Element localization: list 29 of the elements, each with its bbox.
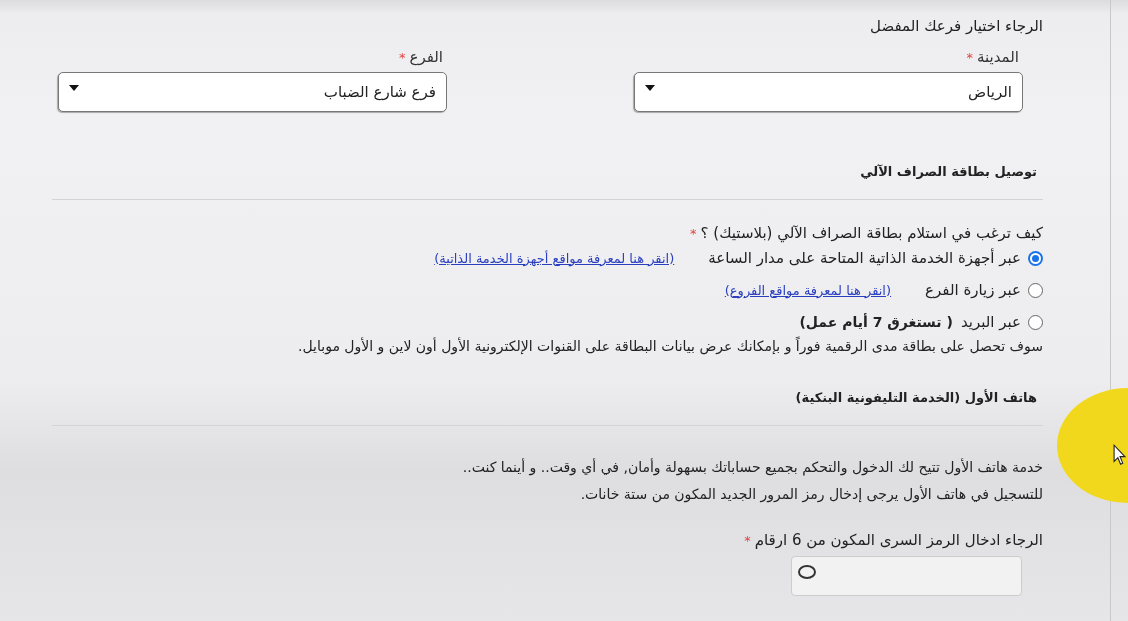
link[interactable]: (انقر هنا لمعرفة مواقع أجهزة الخدمة الذاتية) (434, 250, 675, 266)
option-note: ( تستغرق 7 أيام عمل) (799, 314, 953, 330)
option-label: عبر زيارة الفرع (925, 281, 1021, 299)
caret-icon (645, 85, 655, 91)
dropdown[interactable]: الرياض (634, 72, 1023, 112)
radio-button[interactable] (1028, 250, 1043, 266)
required-mark: * (966, 50, 973, 65)
option-label: عبر أجهزة الخدمة الذاتية المتاحة على مدار الساعة (708, 249, 1021, 267)
field-label: المدينة (976, 48, 1019, 66)
required-mark: * (744, 533, 751, 548)
paragraph: خدمة هاتف الأول تتيح لك الدخول والتحكم بجميع حساباتك بسهولة وأمان, في أي وقت.. و أينما كنت.. (461, 457, 1043, 478)
info-text: سوف تحصل على بطاقة مدى الرقمية فوراً و بإمكانك عرض بيانات البطاقة على القنوات الإلكترونية الأول أون لاين و الأول موبايل. (297, 338, 1043, 354)
field-label: الفرع (409, 48, 443, 66)
section-heading: هاتف الأول (الخدمة التليفونية البنكية) (794, 390, 1038, 405)
question-text: كيف ترغب في استلام بطاقة الصراف الآلي (بلاستيك) ؟ (700, 224, 1043, 242)
radio-button[interactable] (1028, 282, 1043, 298)
caret-icon (69, 85, 79, 91)
radio-button[interactable] (1028, 314, 1043, 330)
required-mark: * (690, 226, 697, 241)
section-heading: توصيل بطاقة الصراف الآلي (859, 164, 1038, 179)
option-label: عبر البريد (960, 313, 1021, 331)
required-mark: * (398, 50, 406, 65)
pointer-icon (1113, 444, 1126, 466)
section-prompt: الرجاء اختيار فرعك المفضل (869, 17, 1043, 35)
field-label: الرجاء ادخال الرمز السرى المكون من 6 ارقام (754, 531, 1043, 549)
dropdown[interactable]: فرع شارع الضباب (58, 72, 447, 112)
link[interactable]: (انقر هنا لمعرفة مواقع الفروع) (724, 282, 892, 298)
password-field[interactable] (791, 556, 1022, 596)
paragraph: للتسجيل في هاتف الأول يرجى إدخال رمز المرور الجديد المكون من ستة خانات. (579, 484, 1043, 505)
